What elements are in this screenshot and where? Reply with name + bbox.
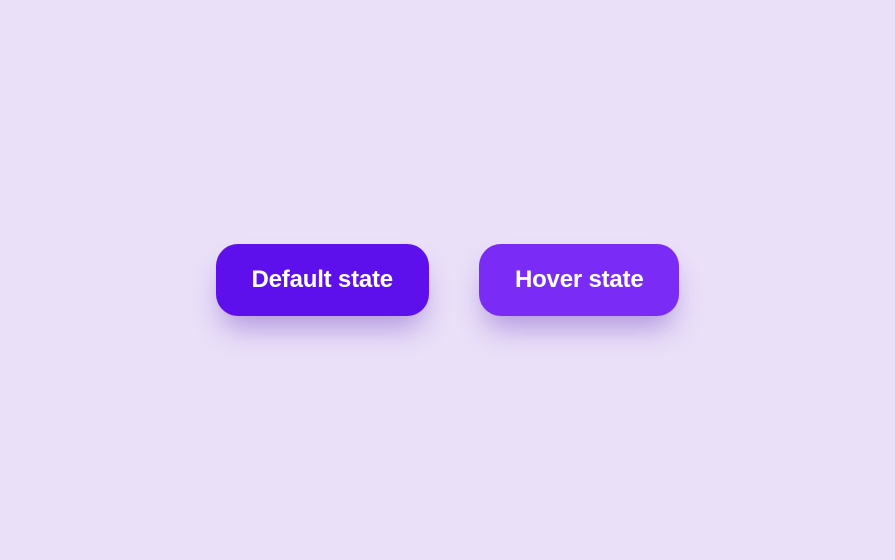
default-state-button[interactable]: Default state: [216, 244, 429, 316]
hover-state-button[interactable]: Hover state: [479, 244, 680, 316]
